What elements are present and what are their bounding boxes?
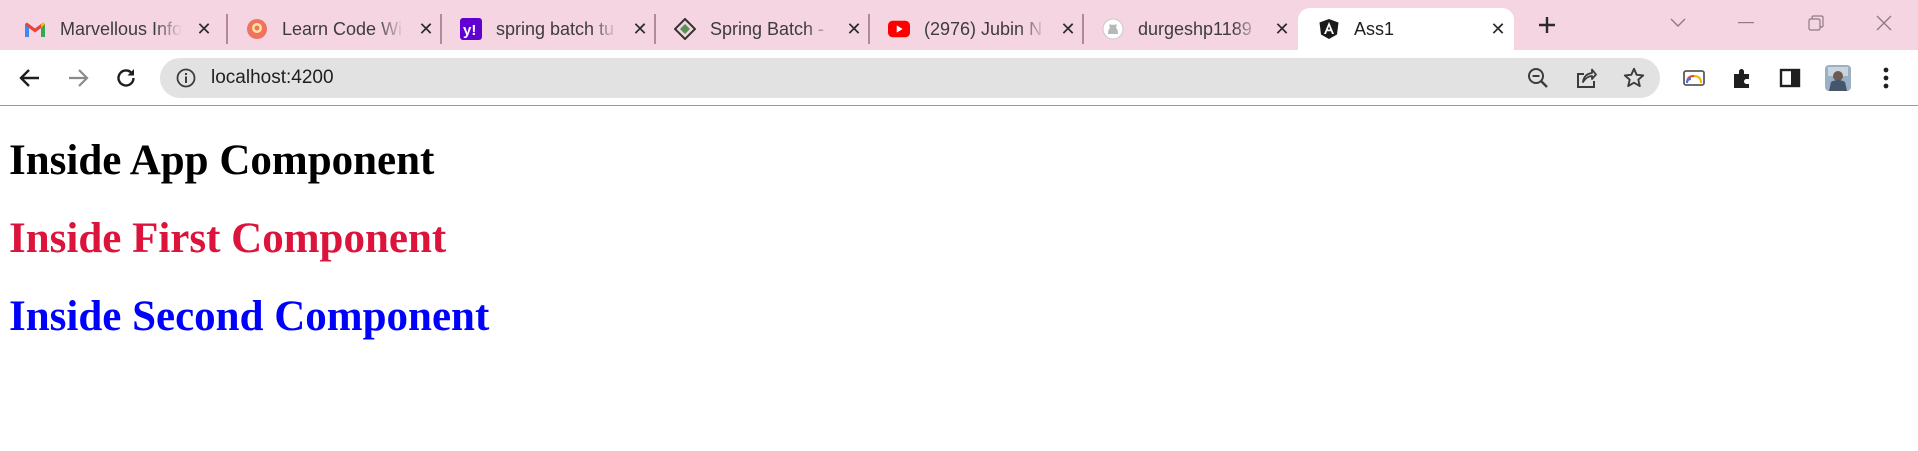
tab-learn-code[interactable]: Learn Code Wi ✕ (222, 8, 436, 50)
tab-close-icon[interactable]: ✕ (630, 19, 650, 39)
url-text[interactable]: localhost:4200 (211, 67, 334, 89)
learn-code-icon (246, 18, 268, 40)
close-window-button[interactable] (1862, 8, 1906, 38)
bookmark-star-icon[interactable] (1622, 66, 1646, 90)
arrow-left-icon (19, 69, 39, 87)
yahoo-icon: y! (460, 18, 482, 40)
minimize-icon (1738, 22, 1754, 24)
tab-title: Marvellous Info (60, 18, 182, 39)
tab-close-icon[interactable]: ✕ (194, 19, 214, 39)
tab-close-icon[interactable]: ✕ (844, 19, 864, 39)
zoom-out-icon[interactable] (1526, 66, 1550, 90)
reload-icon (117, 69, 135, 87)
tab-title: (2976) Jubin N (924, 18, 1043, 39)
profile-avatar[interactable] (1824, 64, 1852, 92)
address-bar[interactable]: localhost:4200 (160, 58, 1660, 98)
tab-title: spring batch tu (496, 18, 615, 39)
tab-ass1-active[interactable]: Ass1 ✕ (1298, 8, 1514, 50)
site-info-icon[interactable] (176, 68, 196, 88)
reload-button[interactable] (108, 60, 144, 96)
first-component-heading: Inside First Component (9, 215, 447, 262)
minimize-button[interactable] (1724, 8, 1768, 38)
chevron-down-icon (1670, 18, 1686, 27)
gmail-icon (24, 18, 46, 40)
tab-youtube[interactable]: (2976) Jubin N ✕ (864, 8, 1078, 50)
share-icon[interactable] (1574, 66, 1598, 90)
github-icon (1102, 18, 1124, 40)
tab-spring-batch[interactable]: Spring Batch - ✕ (650, 8, 864, 50)
tab-close-icon[interactable]: ✕ (1488, 19, 1508, 39)
forward-button[interactable] (60, 60, 96, 96)
back-button[interactable] (12, 60, 48, 96)
app-component-heading: Inside App Component (9, 137, 435, 184)
plus-icon (1539, 17, 1555, 33)
arrow-right-icon (69, 69, 89, 87)
tab-marvellous-info[interactable]: Marvellous Info ✕ (0, 8, 222, 50)
restore-icon (1808, 15, 1824, 31)
tab-title: Learn Code Wi (282, 18, 403, 39)
close-icon (1876, 15, 1892, 31)
tab-github[interactable]: durgeshp1189 ✕ (1078, 8, 1292, 50)
tab-close-icon[interactable]: ✕ (1272, 19, 1292, 39)
tab-title: Spring Batch - (710, 18, 825, 39)
cast-media-icon[interactable] (1680, 64, 1708, 92)
tab-title: durgeshp1189 (1138, 18, 1252, 39)
browser-toolbar: localhost:4200 (0, 50, 1918, 106)
page-content: Inside App Component Inside First Compon… (0, 107, 1918, 451)
angular-icon (1318, 18, 1340, 40)
tab-close-icon[interactable]: ✕ (416, 19, 436, 39)
menu-kebab-icon[interactable] (1872, 64, 1900, 92)
restore-button[interactable] (1794, 8, 1838, 38)
tab-close-icon[interactable]: ✕ (1058, 19, 1078, 39)
tab-search-button[interactable] (1656, 8, 1700, 38)
tab-spring-batch-search[interactable]: y! spring batch tu ✕ (436, 8, 650, 50)
svg-text:y!: y! (463, 22, 476, 39)
new-tab-button[interactable] (1532, 10, 1562, 40)
extensions-puzzle-icon[interactable] (1728, 64, 1756, 92)
tab-title: Ass1 (1354, 18, 1395, 39)
side-panel-icon[interactable] (1776, 64, 1804, 92)
second-component-heading: Inside Second Component (9, 293, 490, 340)
spring-batch-icon (674, 18, 696, 40)
youtube-icon (888, 18, 910, 40)
tab-strip: Marvellous Info ✕ Learn Code Wi ✕ y! spr… (0, 0, 1918, 50)
